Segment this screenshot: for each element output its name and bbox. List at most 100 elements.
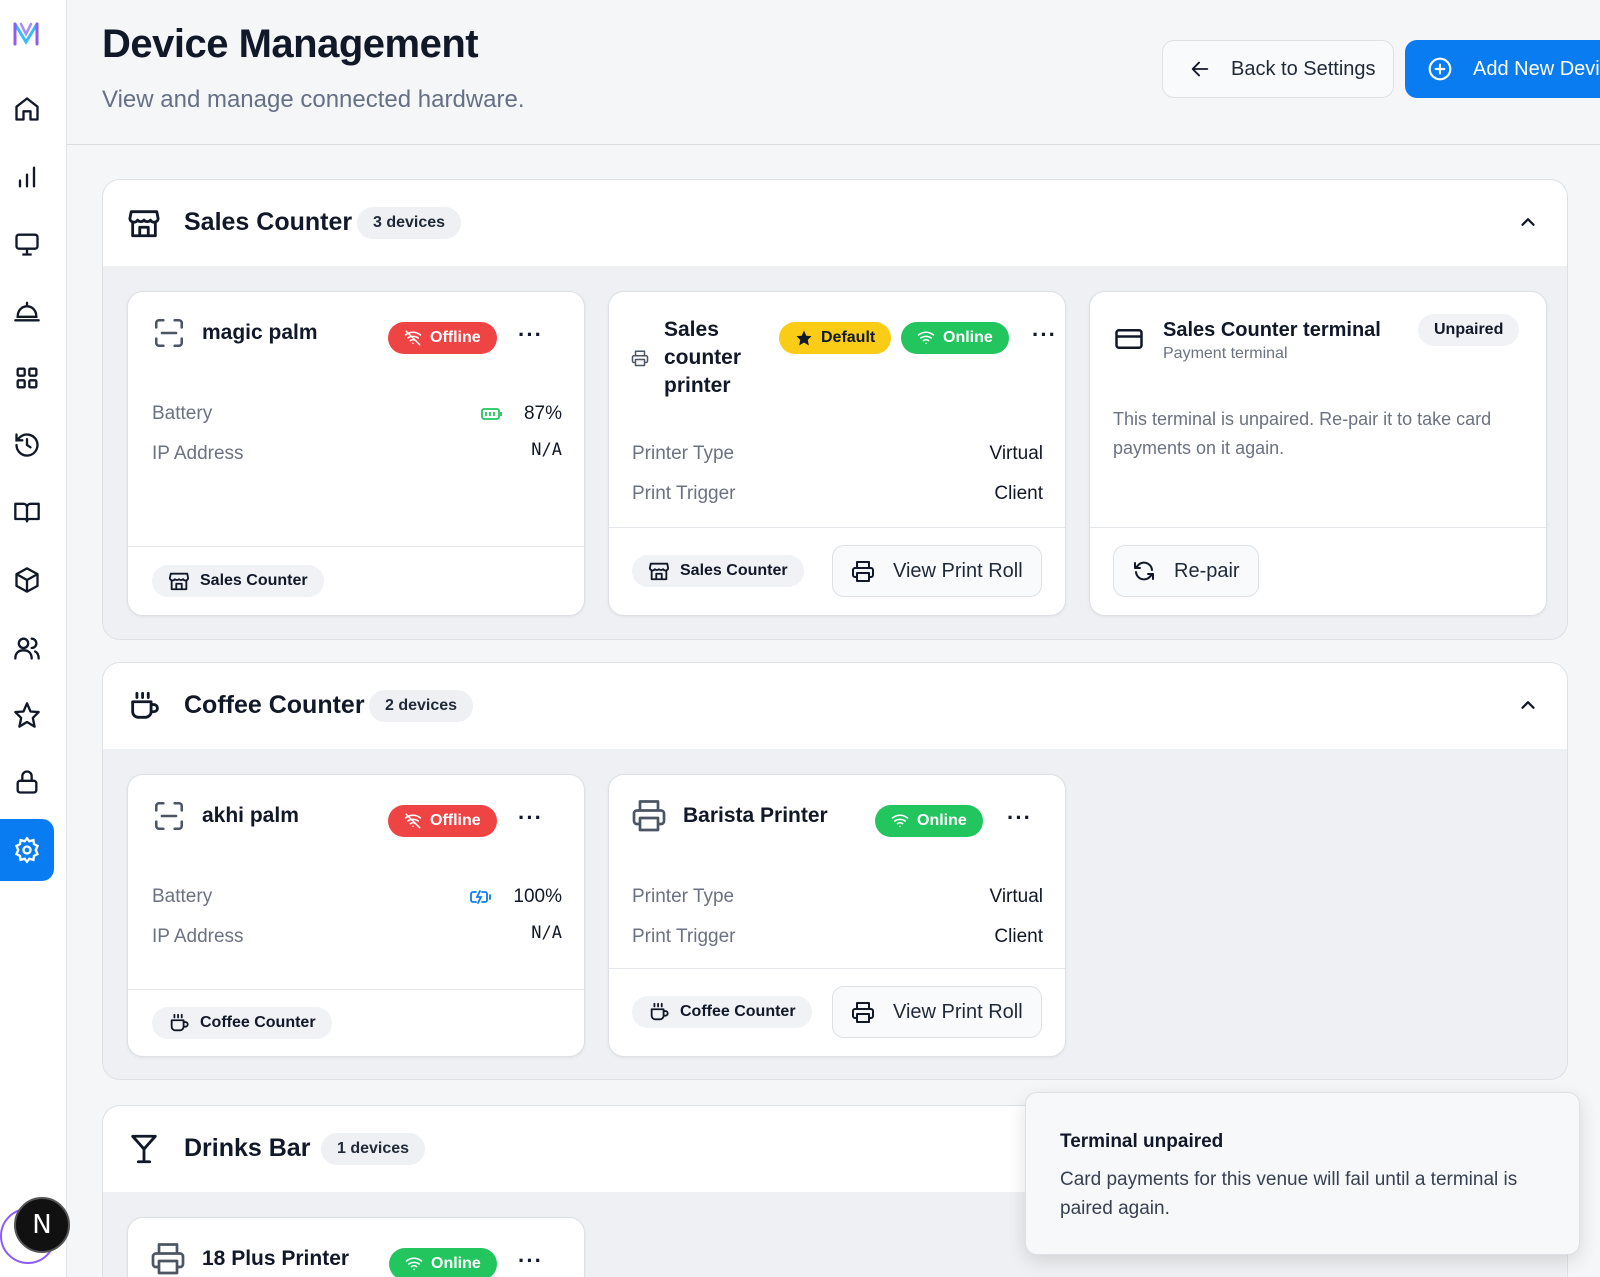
device-count-badge: 2 devices: [369, 690, 474, 722]
device-card: akhi palm Offline ··· Battery 100% IP Ad…: [127, 774, 585, 1057]
re-pair-button[interactable]: Re-pair: [1113, 545, 1259, 597]
sidebar-item-security[interactable]: [0, 751, 54, 813]
add-new-device-label: Add New Device: [1473, 57, 1600, 80]
credit-card-icon: [1115, 329, 1143, 349]
avatar[interactable]: N: [14, 1197, 70, 1253]
more-options-button[interactable]: ···: [518, 322, 543, 348]
sidebar-item-service[interactable]: [0, 280, 54, 342]
page-header: Device Management View and manage connec…: [67, 0, 1600, 145]
sidebar-item-favorites[interactable]: [0, 684, 54, 746]
status-badge: Offline: [388, 322, 497, 354]
cocktail-glass-icon: [131, 1134, 157, 1164]
scan-icon: [154, 801, 184, 831]
device-card: Sales Counter terminal Payment terminal …: [1089, 291, 1547, 616]
group-coffee-counter: Coffee Counter 2 devices akhi palm Offli…: [102, 662, 1568, 1080]
device-name: 18 Plus Printer: [202, 1247, 350, 1270]
device-card: 18 Plus Printer Online ···: [127, 1217, 585, 1277]
sidebar-item-settings[interactable]: [0, 819, 54, 881]
add-new-device-button[interactable]: Add New Device: [1405, 40, 1600, 98]
page-subtitle: View and manage connected hardware.: [102, 86, 525, 113]
wifi-off-icon: [404, 813, 422, 829]
book-open-icon: [14, 502, 40, 523]
row-value: Client: [994, 483, 1043, 504]
sidebar-item-devices[interactable]: [0, 213, 54, 275]
sidebar-item-customers[interactable]: [0, 617, 54, 679]
toast-title: Terminal unpaired: [1060, 1131, 1224, 1152]
status-badge: Unpaired: [1418, 314, 1520, 346]
group-title: Sales Counter: [184, 208, 353, 236]
users-icon: [14, 637, 40, 660]
coffee-cup-icon: [650, 1002, 669, 1021]
row-value: Virtual: [989, 443, 1043, 464]
sidebar-item-history[interactable]: [0, 414, 54, 476]
wifi-icon: [891, 814, 909, 828]
view-print-roll-button[interactable]: View Print Roll: [832, 545, 1042, 597]
battery-charging-icon: [470, 890, 491, 904]
gear-icon: [14, 836, 40, 864]
coffee-cup-icon: [170, 1013, 189, 1032]
sidebar-item-home[interactable]: [0, 78, 54, 140]
device-name: Sales Counter terminal: [1163, 319, 1381, 341]
row-value: N/A: [531, 440, 562, 460]
printer-icon: [852, 561, 874, 582]
status-badge: Online: [389, 1248, 497, 1277]
row-label: IP Address: [152, 926, 244, 947]
sidebar-item-menu[interactable]: [0, 481, 54, 543]
group-header[interactable]: Coffee Counter 2 devices: [103, 663, 1567, 749]
device-card: Sales counter printer Default Online ···…: [608, 291, 1066, 616]
lock-icon: [16, 770, 38, 794]
history-icon: [15, 433, 39, 457]
app-logo-icon[interactable]: [12, 20, 40, 50]
sidebar-item-apps[interactable]: [0, 347, 54, 409]
plus-circle-icon: [1428, 57, 1452, 81]
view-print-roll-button[interactable]: View Print Roll: [832, 986, 1042, 1038]
printer-icon: [632, 800, 666, 832]
more-options-button[interactable]: ···: [518, 805, 543, 831]
device-count-badge: 1 devices: [321, 1133, 426, 1165]
wifi-icon: [917, 331, 935, 345]
chevron-up-icon[interactable]: [1517, 211, 1539, 233]
back-to-settings-button[interactable]: Back to Settings: [1162, 40, 1394, 98]
toast-notification[interactable]: Terminal unpaired Card payments for this…: [1025, 1092, 1580, 1255]
device-subtitle: Payment terminal: [1163, 345, 1288, 362]
chevron-up-icon[interactable]: [1517, 694, 1539, 716]
more-options-button[interactable]: ···: [1007, 805, 1032, 831]
bar-chart-icon: [18, 166, 36, 188]
status-badge: Online: [875, 805, 983, 837]
sidebar-item-analytics[interactable]: [0, 146, 54, 208]
row-value: Virtual: [989, 886, 1043, 907]
device-name: Barista Printer: [683, 804, 828, 827]
battery-icon: [481, 408, 502, 420]
card-footer: Sales Counter View Print Roll: [609, 527, 1065, 615]
row-value: N/A: [531, 923, 562, 943]
device-name: Sales counter printer: [664, 318, 742, 397]
location-chip: Sales Counter: [152, 565, 324, 597]
more-options-button[interactable]: ···: [518, 1248, 543, 1274]
more-options-button[interactable]: ···: [1032, 322, 1057, 348]
group-header[interactable]: Sales Counter 3 devices: [103, 180, 1567, 266]
store-icon: [128, 210, 160, 238]
page-title: Device Management: [102, 22, 479, 66]
row-value: Client: [994, 926, 1043, 947]
star-icon: [14, 702, 40, 728]
box-icon: [15, 567, 39, 593]
wifi-icon: [405, 1257, 423, 1271]
row-value: 100%: [513, 886, 562, 907]
location-chip: Sales Counter: [632, 555, 804, 587]
row-label: Printer Type: [632, 886, 735, 907]
refresh-icon: [1134, 561, 1154, 581]
sidebar: N: [0, 0, 70, 1277]
group-sales-counter: Sales Counter 3 devices magic palm Offli…: [102, 179, 1568, 640]
sidebar-item-products[interactable]: [0, 549, 54, 611]
back-to-settings-label: Back to Settings: [1231, 57, 1376, 80]
printer-icon: [151, 1243, 185, 1275]
toast-body: Card payments for this venue will fail u…: [1060, 1169, 1518, 1219]
device-name: akhi palm: [202, 804, 299, 827]
location-chip: Coffee Counter: [632, 996, 812, 1028]
device-card: magic palm Offline ··· Battery 87% IP Ad…: [127, 291, 585, 616]
store-icon: [648, 562, 670, 581]
cloche-icon: [14, 301, 40, 322]
monitor-icon: [15, 233, 39, 256]
row-label: Battery: [152, 403, 213, 424]
arrow-left-icon: [1191, 61, 1209, 77]
